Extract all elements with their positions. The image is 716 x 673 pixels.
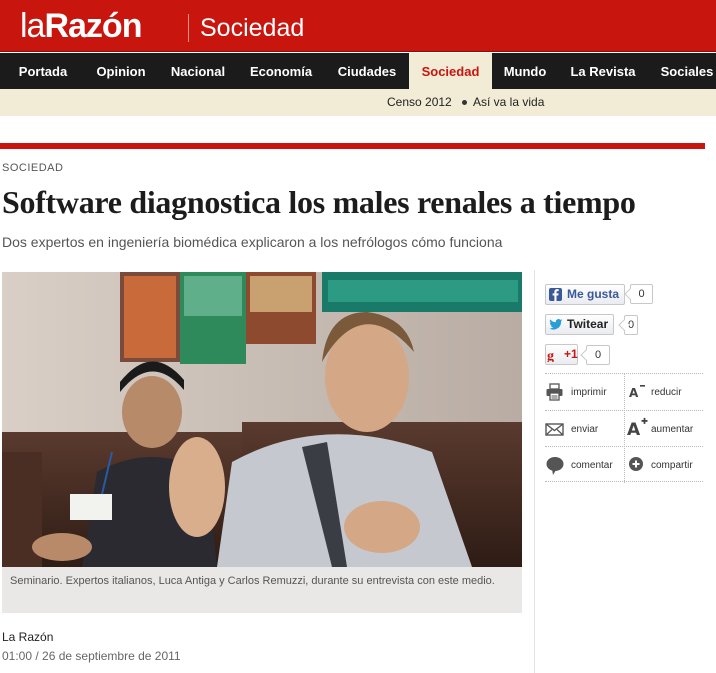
twitter-tweet-button[interactable]: Twitear [545, 314, 615, 335]
email-label: enviar [571, 424, 599, 435]
article-time: 01:00 [2, 649, 33, 663]
section-title[interactable]: Sociedad [200, 14, 304, 43]
logo-main: Razón [44, 7, 142, 45]
sidebar-divider [534, 270, 535, 673]
nav-item-la-revista[interactable]: La Revista [560, 53, 646, 89]
increase-label: aumentar [651, 424, 694, 435]
nav-item-economia[interactable]: Economía [240, 53, 322, 89]
plus-circle-icon [628, 455, 650, 475]
share-label: compartir [651, 460, 693, 471]
comment-label: comentar [571, 460, 613, 471]
logo-divider [188, 14, 189, 42]
article-headline: Software diagnostica los males renales a… [2, 184, 636, 220]
subnav-bullet [462, 100, 467, 105]
google-plus-icon: g [547, 347, 561, 364]
logo-prefix: la [20, 7, 45, 45]
article-subheadline: Dos expertos en ingeniería biomédica exp… [2, 234, 503, 250]
nav-item-ciudades[interactable]: Ciudades [327, 53, 407, 89]
nav-item-portada[interactable]: Portada [8, 53, 78, 89]
subnav-item-asi-va-la-vida[interactable]: Así va la vida [473, 89, 544, 116]
svg-text:A: A [629, 386, 639, 400]
printer-icon [545, 382, 567, 402]
twitter-tweet-label: Twitear [567, 317, 609, 331]
svg-text:A: A [627, 420, 641, 438]
article-dateline: 01:00 / 26 de septiembre de 2011 [2, 649, 181, 663]
article-photo [2, 272, 522, 567]
nav-item-sociedad[interactable]: Sociedad [409, 53, 492, 89]
nav-item-sociales[interactable]: Sociales [652, 53, 716, 89]
facebook-like-label: Me gusta [567, 287, 620, 301]
email-tool[interactable]: enviar [545, 411, 624, 447]
section-divider [0, 143, 705, 149]
subnav-item-censo[interactable]: Censo 2012 [387, 89, 452, 116]
speech-bubble-icon [545, 455, 567, 475]
facebook-icon [549, 288, 562, 301]
font-decrease-icon: A [629, 382, 651, 402]
date-separator: / [32, 649, 43, 663]
article-author[interactable]: La Razón [2, 630, 53, 644]
twitter-icon [549, 318, 563, 331]
article-tools: imprimir A reducir enviar A aumentar com… [545, 373, 704, 483]
nav-item-mundo[interactable]: Mundo [496, 53, 554, 89]
share-tool[interactable]: compartir [625, 447, 704, 483]
site-header: laRazón Sociedad [0, 0, 716, 52]
article-kicker[interactable]: SOCIEDAD [2, 162, 63, 174]
facebook-like-button[interactable]: Me gusta [545, 284, 626, 305]
reduce-text-tool[interactable]: A reducir [625, 374, 704, 410]
site-logo[interactable]: laRazón [20, 7, 142, 46]
svg-text:g: g [547, 349, 554, 362]
font-increase-icon: A [627, 416, 649, 440]
main-nav: Portada Opinion Nacional Economía Ciudad… [0, 53, 716, 89]
facebook-like-count: 0 [630, 284, 653, 304]
article-date: 26 de septiembre de 2011 [42, 649, 181, 663]
photo-caption: Seminario. Expertos italianos, Luca Anti… [2, 567, 522, 613]
google-plus-one-button[interactable]: g +1 [545, 344, 578, 365]
google-plus-one-label: +1 [564, 347, 578, 361]
increase-text-tool[interactable]: A aumentar [625, 411, 704, 447]
twitter-tweet-count: 0 [624, 315, 638, 335]
print-label: imprimir [571, 387, 607, 398]
google-plus-count: 0 [586, 345, 610, 365]
print-tool[interactable]: imprimir [545, 374, 624, 410]
sub-nav: Censo 2012 Así va la vida [0, 89, 716, 116]
comment-tool[interactable]: comentar [545, 447, 624, 483]
nav-item-opinion[interactable]: Opinion [86, 53, 156, 89]
photo-illustration [2, 272, 522, 567]
nav-item-nacional[interactable]: Nacional [160, 53, 236, 89]
envelope-icon [545, 419, 567, 439]
reduce-label: reducir [651, 387, 682, 398]
